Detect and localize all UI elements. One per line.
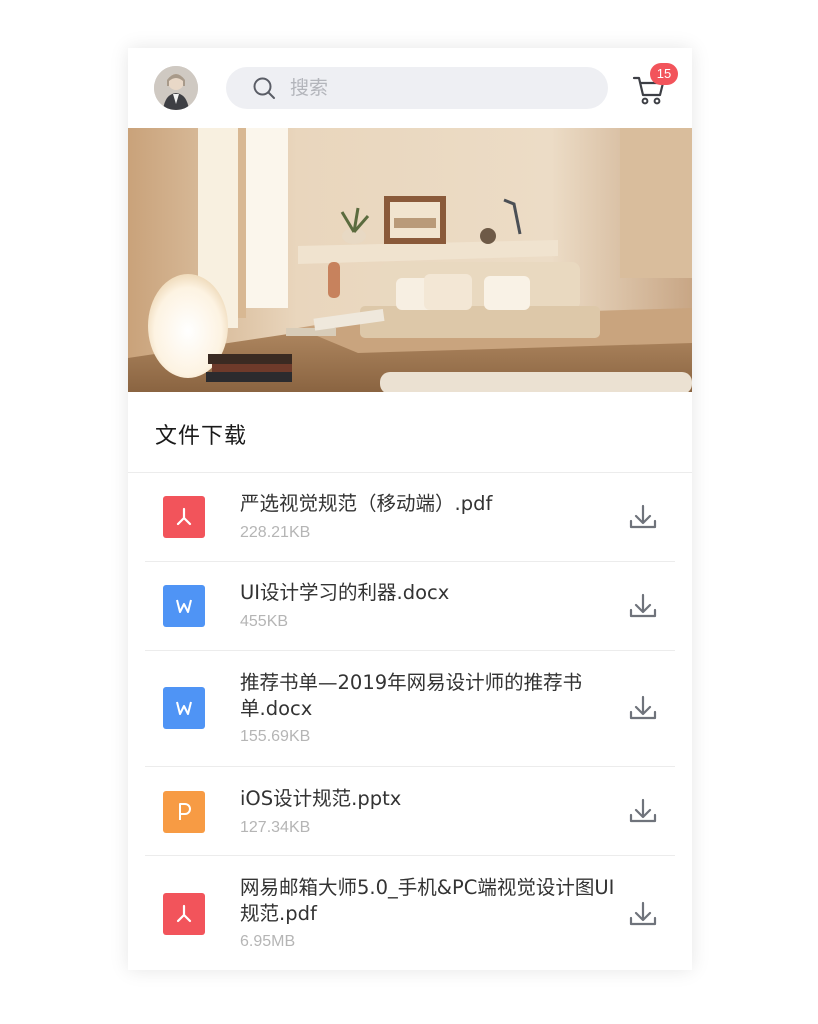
pdf-icon — [163, 496, 205, 538]
avatar[interactable] — [154, 66, 198, 110]
download-icon[interactable] — [627, 591, 659, 623]
file-name: 严选视觉规范（移动端）.pdf — [240, 492, 493, 515]
file-size: 6.95MB — [240, 933, 296, 950]
app-card: 15 — [128, 48, 692, 970]
file-size: 455KB — [240, 613, 289, 630]
download-icon[interactable] — [627, 502, 659, 534]
download-icon[interactable] — [627, 796, 659, 828]
file-list: 严选视觉规范（移动端）.pdf 228.21KB UI设计学习的利器.docx … — [145, 473, 675, 970]
search-bar[interactable] — [226, 67, 608, 109]
word-glyph — [176, 701, 192, 715]
acrobat-glyph — [176, 507, 192, 526]
cart-badge: 15 — [650, 63, 678, 85]
file-row[interactable]: 严选视觉规范（移动端）.pdf 228.21KB — [145, 473, 675, 562]
ppt-glyph — [179, 803, 191, 820]
file-name: UI设计学习的利器.docx — [240, 581, 450, 604]
file-size: 127.34KB — [240, 819, 311, 836]
word-icon — [163, 687, 205, 729]
download-icon[interactable] — [627, 899, 659, 931]
word-glyph — [176, 599, 192, 613]
file-row[interactable]: 网易邮箱大师5.0_手机&PC端视觉设计图UI规范.pdf 6.95MB — [145, 856, 675, 970]
acrobat-glyph — [176, 904, 192, 923]
avatar-image — [154, 66, 198, 110]
file-name: 网易邮箱大师5.0_手机&PC端视觉设计图UI规范.pdf — [240, 876, 615, 925]
pdf-icon — [163, 893, 205, 935]
file-row[interactable]: iOS设计规范.pptx 127.34KB — [145, 767, 675, 856]
word-icon — [163, 585, 205, 627]
section-title: 文件下载 — [155, 424, 248, 449]
download-icon[interactable] — [627, 693, 659, 725]
file-size: 228.21KB — [240, 524, 311, 541]
banner-image[interactable] — [128, 128, 692, 392]
living-room-photo — [128, 128, 692, 392]
file-name: iOS设计规范.pptx — [240, 787, 402, 810]
file-size: 155.69KB — [240, 728, 311, 745]
file-row[interactable]: UI设计学习的利器.docx 455KB — [145, 562, 675, 651]
search-icon — [253, 77, 275, 99]
file-row[interactable]: 推荐书单—2019年网易设计师的推荐书单.docx 155.69KB — [145, 651, 675, 767]
ppt-icon — [163, 791, 205, 833]
search-input[interactable] — [288, 76, 592, 100]
top-bar: 15 — [128, 48, 692, 128]
file-name: 推荐书单—2019年网易设计师的推荐书单.docx — [240, 671, 583, 720]
